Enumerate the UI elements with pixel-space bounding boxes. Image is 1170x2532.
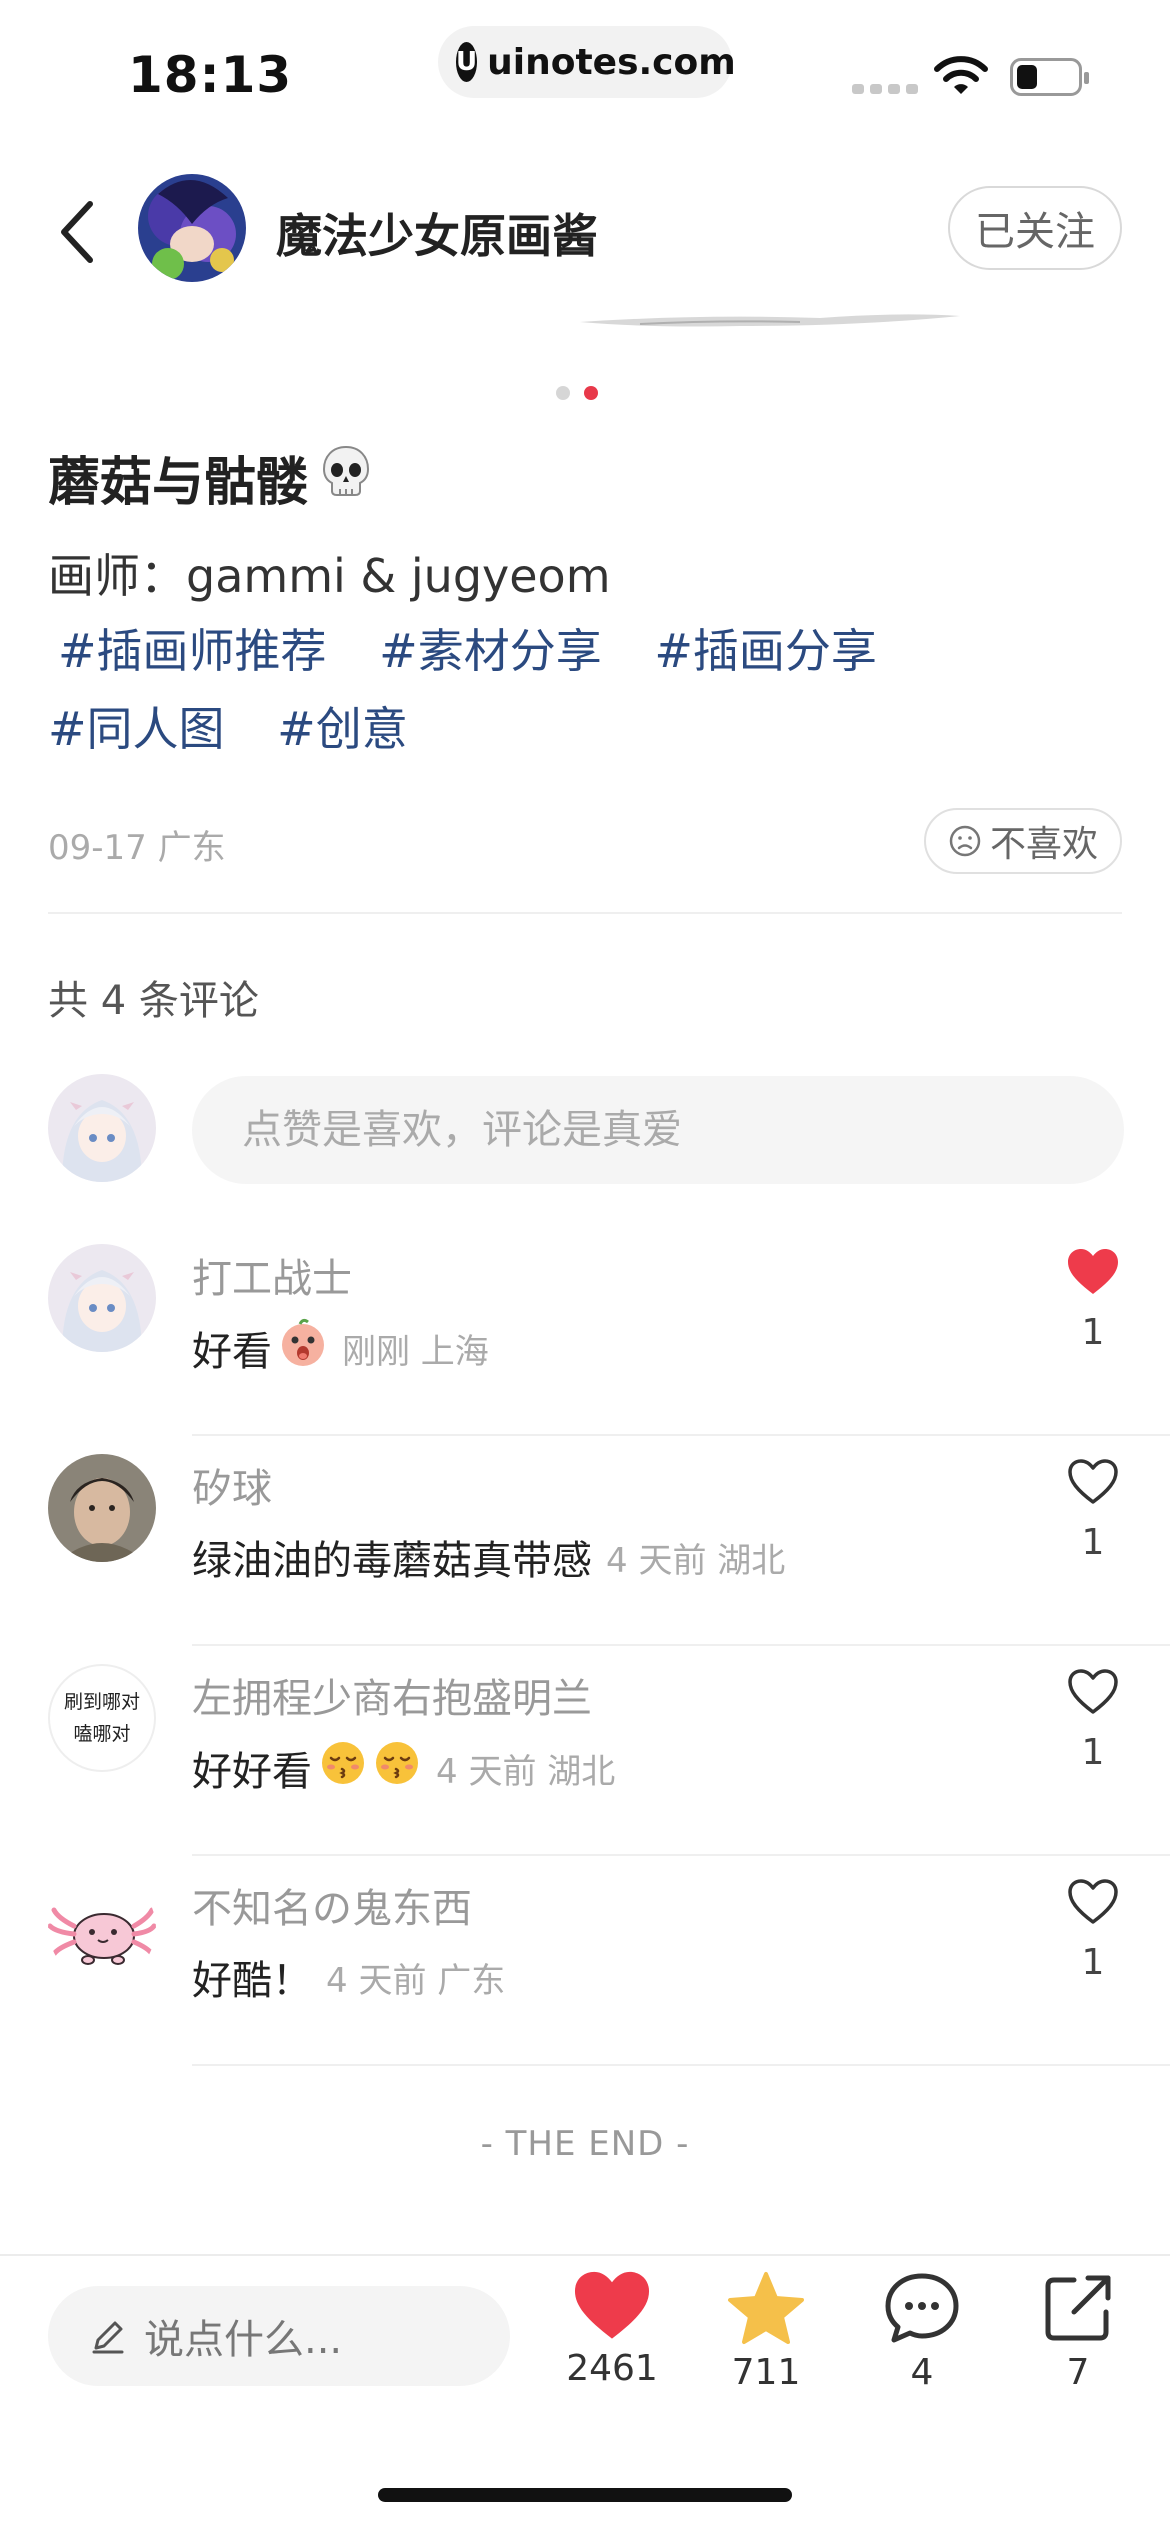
comment-like-count: 1: [1081, 1942, 1105, 1983]
post-title: 蘑菇与骷髅: [48, 440, 374, 515]
comment-input[interactable]: [192, 1076, 1124, 1184]
tag-link[interactable]: #素材分享: [379, 612, 602, 690]
comment-text: 绿油油的毒蘑菇真带感: [192, 1538, 592, 1584]
share-icon: [1045, 2275, 1111, 2341]
comment-button[interactable]: 4: [862, 2270, 982, 2393]
pencil-icon: [92, 2321, 124, 2354]
dislike-button[interactable]: 不喜欢: [924, 808, 1122, 874]
comment-like-button[interactable]: 1: [1060, 1458, 1126, 1563]
heart-filled-icon: [1068, 1249, 1118, 1294]
divider: [192, 2064, 1170, 2066]
tag-link[interactable]: #插画分享: [654, 612, 877, 690]
share-button[interactable]: 7: [1018, 2270, 1138, 2393]
commenter-avatar[interactable]: [48, 1454, 156, 1562]
follow-button[interactable]: 已关注: [948, 186, 1122, 270]
dislike-label: 不喜欢: [989, 824, 1098, 865]
comment-meta: 4 天前 湖北: [436, 1751, 616, 1792]
comment-like-button[interactable]: 1: [1060, 1668, 1126, 1773]
comment-text: 好看: [192, 1329, 272, 1375]
chevron-left-icon: [61, 201, 93, 263]
comment-like-count: 1: [1081, 1732, 1105, 1773]
tag-link[interactable]: #同人图: [48, 690, 225, 768]
url-text: uinotes.com: [487, 41, 736, 83]
url-pill[interactable]: U uinotes.com: [438, 26, 736, 98]
status-bar: 18:13 U uinotes.com: [0, 0, 1170, 140]
status-time: 18:13: [128, 46, 293, 104]
commenter-name[interactable]: 左拥程少商右抱盛明兰: [192, 1666, 592, 1724]
surprised-face-icon: [278, 1318, 328, 1378]
commenter-avatar[interactable]: 刷到哪对 嗑哪对: [48, 1664, 156, 1772]
star-filled-icon: [728, 2272, 804, 2344]
end-of-list-label: - THE END -: [480, 2124, 690, 2164]
favorite-count: 711: [731, 2352, 801, 2393]
comment-meta: 4 天前 湖北: [606, 1540, 786, 1581]
like-count: 2461: [566, 2348, 658, 2389]
comment-body: 绿油油的毒蘑菇真带感 4 天前 湖北: [192, 1528, 785, 1586]
comment-body: 好酷！ 4 天前 广东: [192, 1948, 505, 2006]
favorite-button[interactable]: 711: [706, 2270, 826, 2393]
comment-like-count: 1: [1081, 1312, 1105, 1353]
like-button[interactable]: 2461: [552, 2270, 672, 2389]
comment-body: 好看 刚刚 上海: [192, 1318, 489, 1378]
divider: [48, 912, 1122, 914]
home-indicator[interactable]: [378, 2488, 792, 2502]
say-something-placeholder: 说点什么...: [144, 2317, 343, 2363]
tag-link[interactable]: #插画师推荐: [58, 612, 327, 690]
heart-outline-icon: [1068, 1459, 1118, 1504]
commenter-name[interactable]: 打工战士: [192, 1246, 352, 1304]
my-avatar: [48, 1074, 156, 1182]
post-meta: 09-17 广东 不喜欢: [48, 808, 1122, 874]
avatar-text: 刷到哪对 嗑哪对: [63, 1691, 140, 1745]
carousel-dot-active: [584, 386, 598, 400]
carousel-indicator: [556, 386, 598, 400]
comment-total: 4: [910, 2352, 934, 2393]
post-date-location: 09-17 广东: [48, 828, 226, 868]
carousel-dot: [556, 386, 570, 400]
skull-icon: [318, 443, 374, 512]
comment-body: 好好看 4 天前 湖北: [192, 1738, 615, 1798]
tag-link[interactable]: #创意: [277, 690, 408, 768]
site-logo-icon: U: [456, 42, 478, 82]
comment-like-button[interactable]: 1: [1060, 1878, 1126, 1983]
commenter-avatar[interactable]: [48, 1874, 156, 1982]
commenter-avatar[interactable]: [48, 1244, 156, 1352]
heart-filled-icon: [574, 2271, 650, 2339]
wifi-icon: [934, 56, 988, 94]
chat-bubble-icon: [885, 2273, 959, 2343]
comment-item: 打工战士 好看 刚刚 上海 1: [48, 1226, 1170, 1436]
comment-compose: [48, 1074, 1124, 1184]
comment-count: 共 4 条评论: [48, 978, 259, 1024]
post-title-text: 蘑菇与骷髅: [48, 453, 309, 513]
author-avatar[interactable]: [138, 174, 246, 282]
comment-text: 好酷！: [192, 1958, 312, 2004]
author-name[interactable]: 魔法少女原画酱: [276, 200, 598, 266]
heart-outline-icon: [1068, 1879, 1118, 1924]
frown-face-icon: [949, 825, 981, 857]
comment-item: 刷到哪对 嗑哪对 左拥程少商右抱盛明兰 好好看 4 天前 湖北 1: [48, 1646, 1170, 1856]
kissing-face-icon: [318, 1738, 422, 1798]
back-button[interactable]: [48, 194, 104, 270]
comment-text: 好好看: [192, 1749, 312, 1795]
post-header: 魔法少女原画酱 已关注: [0, 160, 1170, 300]
post-image[interactable]: [0, 300, 1170, 360]
comment-like-button[interactable]: 1: [1060, 1248, 1126, 1353]
comment-meta: 4 天前 广东: [326, 1960, 506, 2001]
commenter-name[interactable]: 矽球: [192, 1456, 272, 1514]
heart-outline-icon: [1068, 1669, 1118, 1714]
comment-item: 不知名の鬼东西 好酷！ 4 天前 广东 1: [48, 1856, 1170, 2066]
comment-item: 矽球 绿油油的毒蘑菇真带感 4 天前 湖北 1: [48, 1436, 1170, 1646]
cellular-signal-icon: [852, 84, 918, 94]
comment-like-count: 1: [1081, 1522, 1105, 1563]
commenter-name[interactable]: 不知名の鬼东西: [192, 1876, 472, 1934]
battery-icon: [1010, 58, 1089, 96]
post-description: 画师：gammi & jugyeom: [48, 549, 611, 603]
say-something-input[interactable]: 说点什么...: [48, 2286, 510, 2386]
share-count: 7: [1066, 2352, 1090, 2393]
tag-list: #插画师推荐 #素材分享 #插画分享 #同人图 #创意: [48, 612, 1128, 768]
comment-meta: 刚刚 上海: [342, 1331, 489, 1372]
